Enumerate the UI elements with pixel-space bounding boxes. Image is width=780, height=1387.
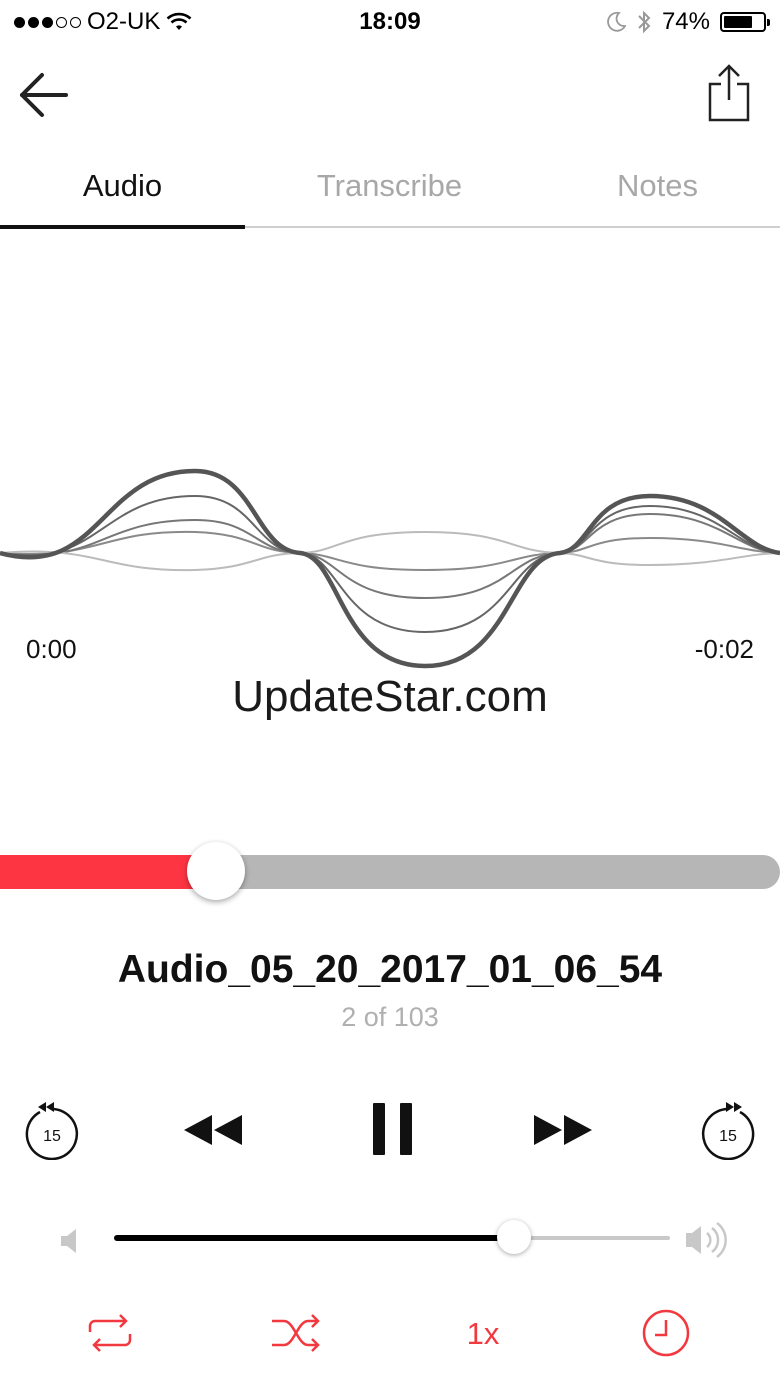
progress-thumb[interactable] — [187, 842, 245, 900]
fast-forward-icon — [534, 1115, 592, 1145]
track-title: Audio_05_20_2017_01_06_54 — [117, 948, 663, 991]
watermark: UpdateStar.com — [232, 672, 548, 721]
shuffle-icon — [272, 1314, 320, 1352]
volume-thumb[interactable] — [497, 1220, 531, 1254]
progress-fill — [0, 855, 216, 889]
tab-active-indicator — [0, 225, 245, 229]
repeat-button[interactable] — [84, 1308, 136, 1358]
rewind-button[interactable] — [182, 1110, 246, 1150]
elapsed-time: 0:00 — [26, 634, 77, 664]
skip-forward-15-icon: 15 — [701, 1102, 755, 1161]
track-position: 2 of 103 — [341, 1002, 439, 1032]
sleep-timer-button[interactable] — [640, 1308, 692, 1358]
volume-max-icon — [686, 1221, 727, 1259]
remaining-time: -0:02 — [694, 634, 754, 664]
fast-forward-button[interactable] — [530, 1110, 594, 1150]
tab-notes[interactable]: Notes — [535, 168, 780, 208]
back-button[interactable] — [18, 70, 72, 120]
share-button[interactable] — [704, 62, 754, 124]
tab-transcribe[interactable]: Transcribe — [267, 168, 512, 208]
skip-back-button[interactable]: 15 — [22, 1098, 82, 1161]
skip-forward-button[interactable]: 15 — [698, 1098, 758, 1161]
skip-back-15-icon: 15 — [25, 1102, 79, 1161]
playback-speed-button[interactable]: 1x — [448, 1312, 518, 1356]
rewind-icon — [184, 1115, 242, 1145]
arrow-left-icon — [20, 73, 68, 117]
status-bar: O2-UK 18:09 74% — [0, 0, 780, 44]
bluetooth-icon — [638, 10, 651, 34]
skip-back-seconds: 15 — [43, 1128, 61, 1145]
battery-percent: 74% — [661, 8, 710, 35]
shuffle-button[interactable] — [270, 1308, 324, 1358]
skip-forward-seconds: 15 — [719, 1128, 737, 1145]
volume-min-icon — [61, 1229, 76, 1253]
audio-waveform — [0, 468, 780, 669]
pause-button[interactable] — [370, 1101, 416, 1157]
moon-icon — [607, 11, 626, 32]
repeat-icon — [88, 1314, 132, 1352]
pause-icon — [373, 1103, 412, 1155]
clock-icon — [642, 1309, 690, 1357]
volume-fill — [114, 1235, 514, 1241]
tab-audio[interactable]: Audio — [0, 168, 245, 208]
battery-icon — [720, 12, 770, 32]
share-icon — [708, 64, 750, 122]
status-right-group: 74% — [606, 8, 770, 36]
